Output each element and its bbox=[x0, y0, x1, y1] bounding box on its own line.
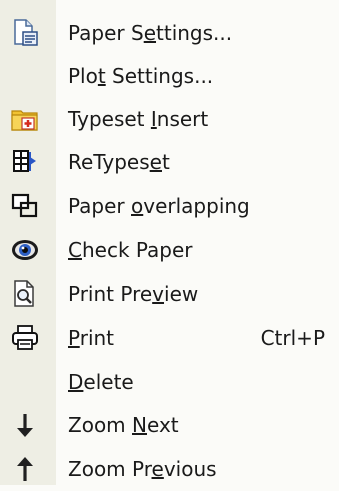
menu-item-label: Paper Settings... bbox=[68, 21, 233, 45]
menu-item-retypeset[interactable]: ReTypeset bbox=[0, 140, 339, 184]
menu-item-label: Zoom Previous bbox=[68, 457, 217, 481]
page-settings-icon bbox=[10, 18, 40, 48]
menu-item-print-preview[interactable]: Print Preview bbox=[0, 272, 339, 316]
printer-icon bbox=[10, 323, 40, 353]
menu-item-zoom-next[interactable]: Zoom Next bbox=[0, 403, 339, 447]
overlap-icon bbox=[10, 191, 40, 221]
menu-item-print[interactable]: Print Ctrl+P bbox=[0, 316, 339, 360]
menu-item-label: Delete bbox=[68, 370, 134, 394]
folder-insert-icon bbox=[10, 104, 40, 134]
menu-item-paper-settings[interactable]: Paper Settings... bbox=[0, 11, 339, 55]
menu-item-label: Paper overlapping bbox=[68, 194, 250, 218]
eye-icon bbox=[10, 235, 40, 265]
menu-item-label: Print bbox=[68, 326, 115, 350]
print-preview-icon bbox=[10, 279, 40, 309]
menu-item-zoom-previous[interactable]: Zoom Previous bbox=[0, 447, 339, 491]
menu-item-label: Plot Settings... bbox=[68, 64, 214, 88]
menu-item-label: Print Preview bbox=[68, 282, 199, 306]
menu-item-label: ReTypeset bbox=[68, 150, 170, 174]
context-menu: Paper Settings... Plot Settings... Types… bbox=[0, 0, 339, 485]
menu-item-plot-settings[interactable]: Plot Settings... bbox=[0, 54, 339, 98]
menu-item-check-paper[interactable]: Check Paper bbox=[0, 228, 339, 272]
menu-item-label: Check Paper bbox=[68, 238, 193, 262]
arrow-down-icon bbox=[10, 410, 40, 440]
arrow-up-icon bbox=[10, 454, 40, 484]
menu-item-delete[interactable]: Delete bbox=[0, 360, 339, 404]
menu-item-typeset-insert[interactable]: Typeset Insert bbox=[0, 97, 339, 141]
print-shortcut: Ctrl+P bbox=[260, 326, 325, 350]
retypeset-icon bbox=[10, 147, 40, 177]
menu-item-label: Typeset Insert bbox=[68, 107, 209, 131]
menu-item-label: Zoom Next bbox=[68, 413, 179, 437]
menu-item-paper-overlapping[interactable]: Paper overlapping bbox=[0, 184, 339, 228]
